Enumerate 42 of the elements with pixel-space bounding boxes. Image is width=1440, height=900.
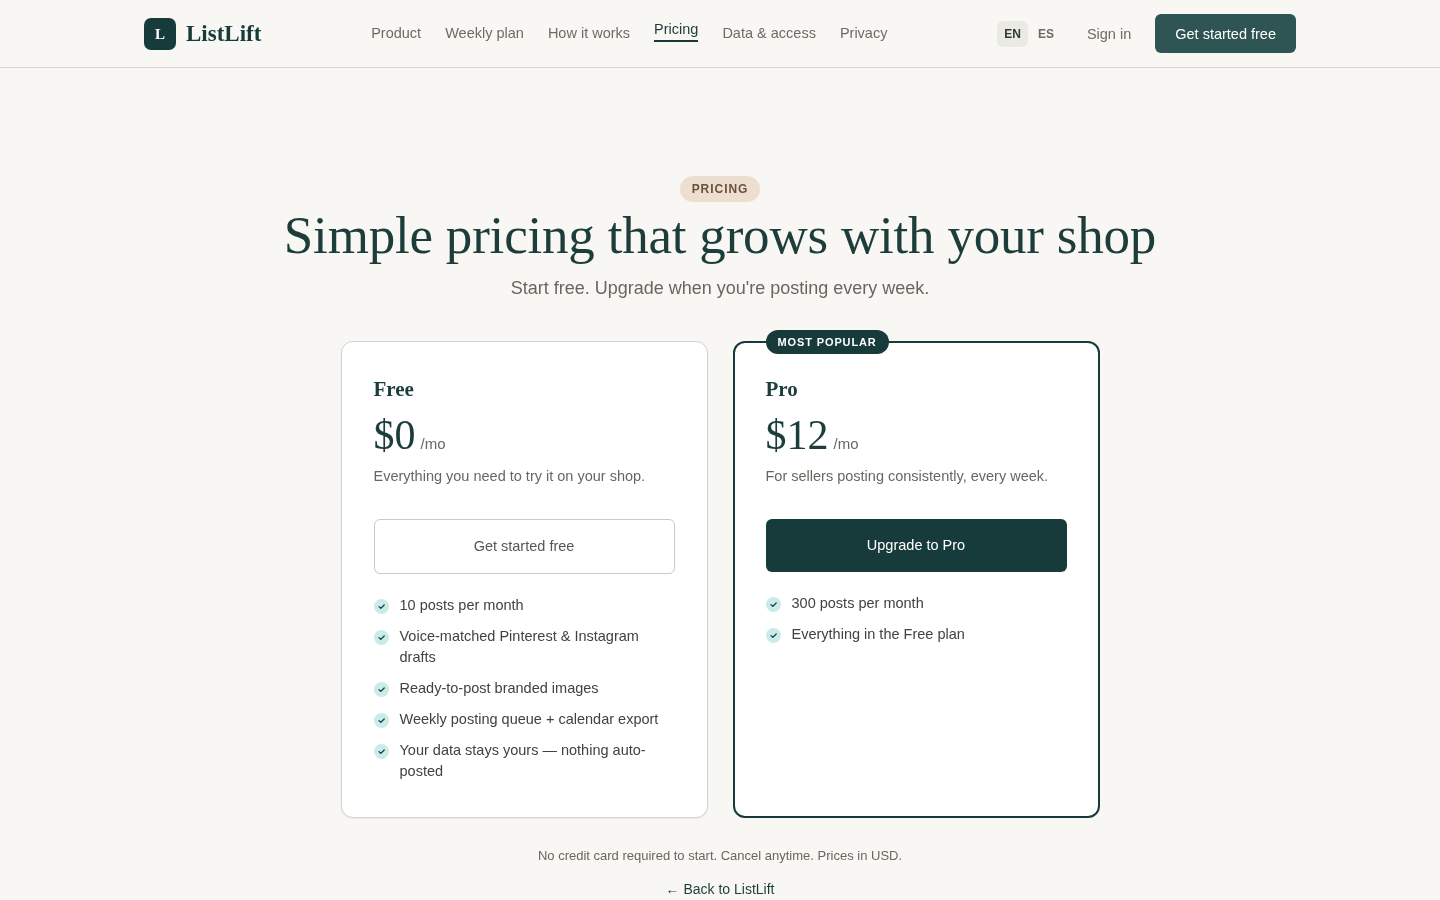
nav-link[interactable]: Data & access [722,24,816,43]
page-subtitle: Start free. Upgrade when you're posting every week. [510,277,930,299]
price-period: /mo [833,434,859,452]
brand-name: ListLift [186,20,262,47]
price-period: /mo [420,434,446,452]
check-icon [373,712,389,728]
check-icon [373,598,389,614]
popular-badge: MOST POPULAR [765,329,889,354]
get-started-button[interactable]: Get started free [1155,14,1296,53]
section-badge: PRICING [679,176,761,202]
nav-link[interactable]: Product [371,24,422,43]
nav-link[interactable]: How it works [547,24,631,43]
check-icon [765,596,781,612]
plan-price: $0 [373,411,416,458]
plan-name: Pro [765,376,799,402]
plan-price: $12 [765,411,829,458]
feature-text: 300 posts per month [791,593,924,613]
check-icon [765,627,781,643]
page-heading: Simple pricing that grows with your shop [283,205,1157,266]
plan-description: Everything you need to try it on your shop. [373,467,647,484]
nav-link[interactable]: Privacy [839,24,888,43]
check-icon [373,681,389,697]
pricing-note: No credit card required to start. Cancel anytime. Prices in USD. [537,847,903,863]
language-toggle[interactable]: ES [1030,20,1061,47]
feature-text: 10 posts per month [399,595,524,615]
check-icon [373,629,389,645]
check-icon [373,743,389,759]
feature-text: Weekly posting queue + calendar export [399,709,659,729]
feature-text: Your data stays yours — nothing auto-posted [399,740,647,781]
feature-text: Ready-to-post branded images [399,678,599,698]
plan-description: For sellers posting consistently, every week. [765,467,1050,484]
nav-link[interactable]: Weekly plan [445,24,524,43]
get-started-button[interactable]: Get started free [373,518,675,574]
plan-name: Free [373,376,415,402]
feature-text: Voice-matched Pinterest & Instagram drafts [399,626,640,667]
back-link[interactable]: ← Back to ListLift [665,880,775,897]
sign-in-link[interactable]: Sign in [1086,25,1132,42]
upgrade-button[interactable]: Upgrade to Pro [765,518,1067,572]
language-toggle[interactable]: EN [997,20,1028,47]
feature-text: Everything in the Free plan [791,624,965,644]
nav-link[interactable]: Pricing [654,21,699,42]
logo-mark: L [144,17,176,50]
